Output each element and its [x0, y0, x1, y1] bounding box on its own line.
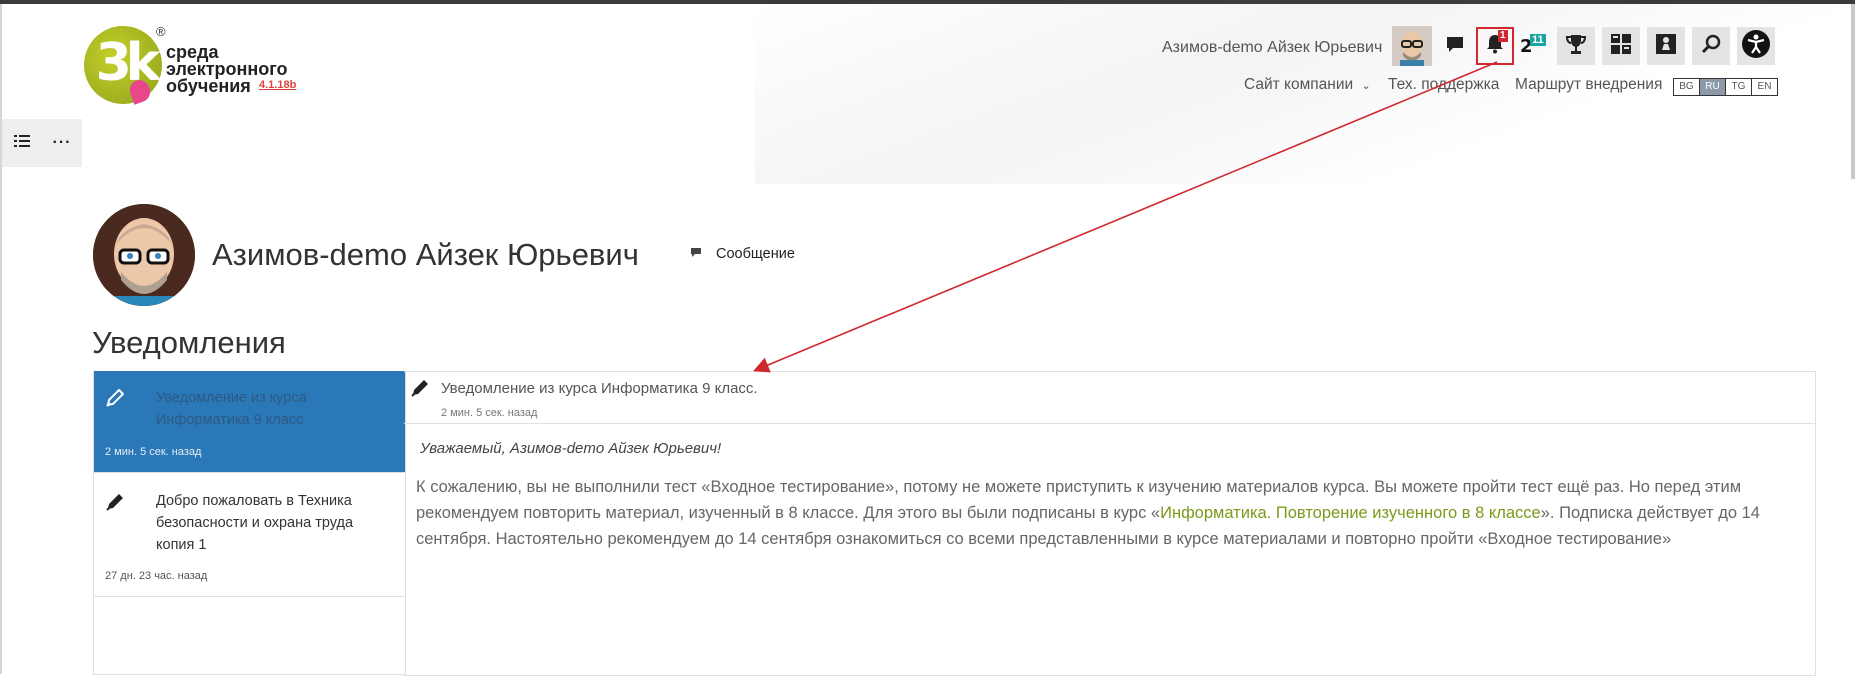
more-options-button[interactable]: ··· — [42, 119, 82, 167]
lang-tg[interactable]: TG — [1726, 79, 1752, 95]
notification-detail-title: Уведомление из курса Информатика 9 класс… — [441, 380, 758, 397]
left-border — [0, 4, 2, 674]
trophy-icon — [1565, 33, 1587, 60]
search-icon — [1700, 33, 1722, 60]
scrollbar[interactable] — [1851, 4, 1855, 179]
pen-icon — [106, 493, 124, 516]
lang-en[interactable]: EN — [1752, 79, 1777, 95]
achievements-button[interactable] — [1557, 27, 1595, 65]
notification-list: Уведомление из курса Информатика 9 класс… — [93, 371, 406, 675]
pen-icon — [106, 388, 125, 412]
profile-name: Азимов-demo Айзек Юрьевич — [212, 237, 639, 272]
course-index-toggle[interactable] — [2, 119, 42, 167]
notification-detail-time: 2 мин. 5 сек. назад — [441, 407, 538, 419]
accessibility-button[interactable] — [1737, 27, 1775, 65]
dashboard-button[interactable] — [1602, 27, 1640, 65]
header-user-name[interactable]: Азимов-demo Айзек Юрьевич — [1162, 39, 1382, 57]
nav-support[interactable]: Тех. поддержка — [1388, 76, 1499, 94]
level-icon: 2 11 — [1520, 34, 1550, 57]
version-label[interactable]: 4.1.18b — [259, 79, 296, 91]
send-message-link[interactable]: Сообщение — [690, 246, 795, 262]
registered-mark: ® — [156, 24, 166, 39]
nav-company-site[interactable]: Сайт компании ⌄ — [1244, 76, 1371, 94]
course-link[interactable]: Информатика. Повторение изученного в 8 к… — [1160, 504, 1541, 522]
send-message-label: Сообщение — [716, 246, 795, 262]
lang-bg[interactable]: BG — [1674, 79, 1700, 95]
chat-icon — [1445, 35, 1465, 58]
dashboard-icon — [1610, 33, 1632, 60]
notification-count-badge: 1 — [1498, 30, 1508, 42]
chess-icon — [1655, 33, 1677, 60]
message-icon — [690, 246, 702, 262]
notification-detail: Уведомление из курса Информатика 9 класс… — [404, 371, 1816, 676]
profile-avatar[interactable] — [93, 204, 195, 306]
notification-list-item-title: Добро пожаловать в Техника безопасности … — [156, 493, 354, 553]
notifications-button[interactable]: 1 — [1476, 27, 1514, 65]
notification-list-item[interactable]: Уведомление из курса Информатика 9 класс… — [94, 371, 405, 473]
language-switcher: BG RU TG EN — [1673, 78, 1778, 96]
list-icon — [14, 134, 30, 153]
messages-button[interactable] — [1436, 27, 1474, 65]
chess-button[interactable] — [1647, 27, 1685, 65]
notification-list-item[interactable]: Добро пожаловать в Техника безопасности … — [94, 473, 405, 597]
notification-list-item-title: Уведомление из курса Информатика 9 класс — [156, 390, 307, 428]
nav-company-site-label: Сайт компании — [1244, 76, 1354, 93]
notification-body: К сожалению, вы не выполнили тест «Входн… — [416, 474, 1801, 552]
page-title: Уведомления — [92, 325, 286, 360]
nav-route[interactable]: Маршрут внедрения — [1515, 76, 1662, 94]
accessibility-icon — [1741, 29, 1771, 64]
chevron-down-icon: ⌄ — [1361, 80, 1371, 92]
level-badge: 11 — [1530, 34, 1546, 46]
logo[interactable]: 3k ® среда электронного обучения 4.1.18b — [84, 24, 314, 110]
lang-ru[interactable]: RU — [1700, 79, 1726, 95]
notification-list-item-time: 27 дн. 23 час. назад — [105, 570, 208, 582]
header-avatar[interactable] — [1392, 26, 1432, 66]
level-button[interactable]: 2 11 — [1516, 27, 1554, 65]
notification-list-item-time: 2 мин. 5 сек. назад — [105, 446, 202, 458]
notification-greeting: Уважаемый, Азимов-demo Айзек Юрьевич! — [420, 440, 722, 457]
pen-icon — [411, 379, 429, 402]
notification-detail-header: Уведомление из курса Информатика 9 класс… — [404, 372, 1815, 424]
search-button[interactable] — [1692, 27, 1730, 65]
ellipsis-icon: ··· — [52, 134, 72, 151]
